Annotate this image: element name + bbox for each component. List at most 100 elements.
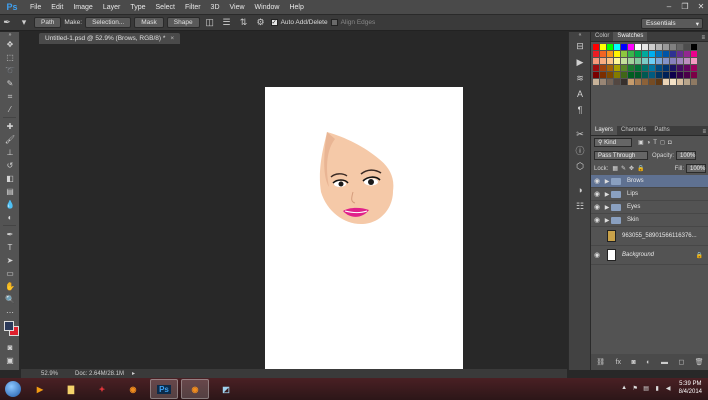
pen-tool-preset-icon[interactable]: ✒ — [0, 17, 14, 29]
lock-options-icons[interactable]: ▦✎✥🔒 — [612, 165, 647, 172]
color-swatch[interactable] — [677, 65, 683, 71]
color-swatch[interactable] — [621, 65, 627, 71]
eye-icon[interactable]: ◉ — [591, 203, 603, 211]
color-swatch[interactable] — [614, 72, 620, 78]
color-swatch[interactable] — [670, 44, 676, 50]
close-button[interactable]: ✕ — [694, 0, 708, 12]
color-swatch[interactable] — [628, 72, 634, 78]
trash-icon[interactable]: 🗑 — [695, 358, 704, 366]
color-swatch[interactable] — [691, 72, 697, 78]
menu-view[interactable]: View — [225, 4, 250, 11]
color-swatch[interactable] — [621, 58, 627, 64]
color-swatch[interactable] — [593, 72, 599, 78]
filter-kind-select[interactable]: ⚲ Kind — [594, 138, 632, 147]
align-edges-checkbox[interactable] — [330, 19, 338, 26]
healing-brush-tool-icon[interactable]: ✚ — [0, 120, 20, 133]
color-swatches[interactable] — [0, 319, 20, 341]
filter-type-icons[interactable]: ▣◑T◻◘ — [638, 139, 675, 146]
color-swatch[interactable] — [684, 44, 690, 50]
color-swatch[interactable] — [621, 79, 627, 85]
chevron-down-icon[interactable]: ▾ — [17, 17, 31, 29]
chevron-right-icon[interactable]: ▸ — [132, 370, 135, 377]
panel-menu-icon[interactable]: ≡ — [702, 129, 706, 135]
color-swatch[interactable] — [670, 58, 676, 64]
color-swatch[interactable] — [656, 51, 662, 57]
color-swatch[interactable] — [628, 44, 634, 50]
color-swatch[interactable] — [607, 51, 613, 57]
paragraph-panel-icon[interactable]: ¶ — [569, 102, 591, 118]
color-swatch[interactable] — [691, 65, 697, 71]
path-select-tool-icon[interactable]: ➤ — [0, 254, 20, 267]
color-swatch[interactable] — [670, 72, 676, 78]
color-swatch[interactable] — [677, 79, 683, 85]
color-swatch[interactable] — [600, 44, 606, 50]
fill-input[interactable]: 100% — [686, 164, 706, 173]
color-swatch[interactable] — [663, 44, 669, 50]
color-swatch[interactable] — [635, 58, 641, 64]
quick-select-tool-icon[interactable]: ✎ — [0, 77, 20, 90]
tab-layers[interactable]: Layers — [591, 126, 618, 135]
color-swatch[interactable] — [621, 51, 627, 57]
color-swatch[interactable] — [649, 51, 655, 57]
make-selection-button[interactable]: Selection... — [85, 17, 132, 28]
color-swatch[interactable] — [656, 58, 662, 64]
color-swatch[interactable] — [663, 72, 669, 78]
color-swatch[interactable] — [642, 58, 648, 64]
crop-tool-icon[interactable]: ⌗ — [0, 90, 20, 103]
color-swatch[interactable] — [677, 72, 683, 78]
color-swatch[interactable] — [663, 79, 669, 85]
color-swatch[interactable] — [614, 65, 620, 71]
volume-icon[interactable]: ◀ — [664, 385, 673, 392]
type-tool-icon[interactable]: T — [0, 241, 20, 254]
gear-icon[interactable]: ⚙ — [254, 17, 268, 29]
photoshop-icon[interactable]: Ps — [150, 379, 178, 399]
opacity-input[interactable]: 100% — [676, 151, 697, 160]
dodge-tool-icon[interactable]: ◐ — [0, 211, 20, 224]
color-swatch[interactable] — [642, 72, 648, 78]
zoom-level[interactable]: 52.9% — [21, 371, 58, 377]
menu-3d[interactable]: 3D — [206, 4, 225, 11]
color-swatch[interactable] — [642, 51, 648, 57]
tab-color[interactable]: Color — [591, 32, 613, 41]
color-swatch[interactable] — [649, 65, 655, 71]
brush-tool-icon[interactable]: 🖌 — [0, 133, 20, 146]
color-swatch[interactable] — [614, 58, 620, 64]
color-swatch[interactable] — [600, 79, 606, 85]
canvas[interactable] — [265, 87, 463, 370]
color-swatch[interactable] — [635, 51, 641, 57]
color-swatch[interactable] — [628, 65, 634, 71]
adjustments-panel-icon[interactable]: ◑ — [569, 182, 591, 198]
make-shape-button[interactable]: Shape — [166, 17, 200, 28]
layer-row[interactable]: ◉ ▶ Eyes — [591, 201, 708, 214]
eye-icon[interactable]: ◉ — [591, 177, 603, 185]
menu-help[interactable]: Help — [284, 4, 308, 11]
character-panel-icon[interactable]: A — [569, 86, 591, 102]
eye-icon[interactable]: ◉ — [591, 216, 603, 224]
color-swatch[interactable] — [600, 51, 606, 57]
info-panel-icon[interactable]: ⓘ — [569, 142, 591, 158]
color-swatch[interactable] — [642, 65, 648, 71]
link-layers-icon[interactable]: ⛓ — [596, 358, 605, 366]
color-swatch[interactable] — [656, 65, 662, 71]
adjustment-layer-icon[interactable]: ◐ — [646, 359, 650, 366]
color-swatch[interactable] — [628, 51, 634, 57]
chevron-right-icon[interactable]: ▶ — [603, 204, 611, 211]
document-tab[interactable]: Untitled-1.psd @ 52.9% (Brows, RGB/8) * … — [39, 33, 181, 44]
game-icon[interactable]: ✦ — [88, 379, 116, 399]
color-swatch[interactable] — [663, 51, 669, 57]
tab-channels[interactable]: Channels — [617, 126, 650, 135]
media-player-icon[interactable]: ▶ — [26, 379, 54, 399]
auto-add-delete-checkbox[interactable]: ✓ — [270, 19, 278, 26]
menu-edit[interactable]: Edit — [46, 4, 68, 11]
more-tools-icon[interactable]: ⋯ — [0, 306, 20, 319]
color-swatch[interactable] — [607, 72, 613, 78]
chevron-right-icon[interactable]: ▶ — [603, 191, 611, 198]
color-swatch[interactable] — [607, 65, 613, 71]
network-icon[interactable]: ▤ — [642, 385, 651, 392]
menu-select[interactable]: Select — [151, 4, 180, 11]
actions-panel-icon[interactable]: ▶ — [569, 54, 591, 70]
restore-button[interactable]: ❐ — [678, 0, 692, 12]
color-swatch[interactable] — [684, 58, 690, 64]
color-swatch[interactable] — [628, 79, 634, 85]
lasso-tool-icon[interactable]: ➰ — [0, 64, 20, 77]
